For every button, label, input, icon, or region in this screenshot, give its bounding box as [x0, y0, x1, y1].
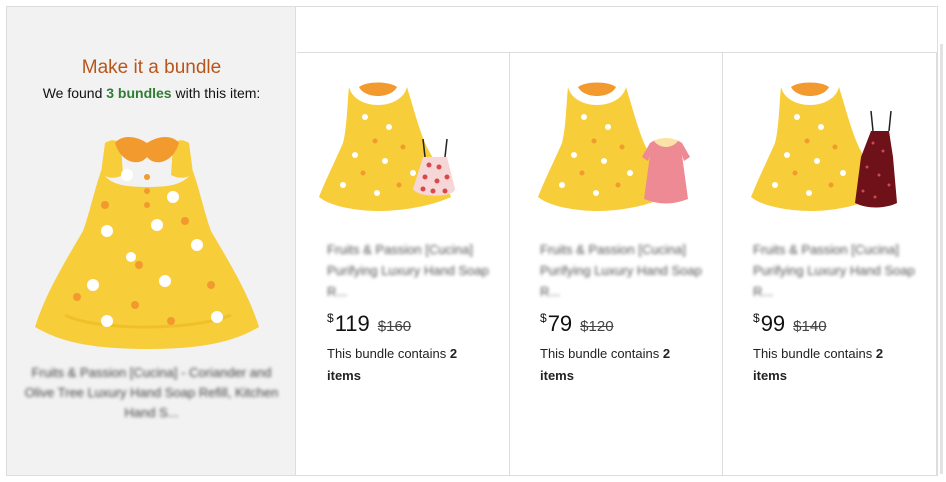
bundle-list: Fruits & Passion [Cucina] Purifying Luxu…: [297, 53, 937, 475]
price-row: $119 $160: [327, 311, 411, 337]
bundle-widget: Make it a bundle We found 3 bundles with…: [6, 6, 938, 476]
item-count: 2: [449, 346, 458, 361]
bundle-heading: Make it a bundle: [81, 57, 222, 78]
bundle-card[interactable]: Fruits & Passion [Cucina] Purifying Luxu…: [723, 53, 937, 475]
current-item-image[interactable]: [35, 135, 259, 355]
bundle-title[interactable]: Fruits & Passion [Cucina] Purifying Luxu…: [540, 239, 710, 302]
bundle-title[interactable]: Fruits & Passion [Cucina] Purifying Luxu…: [327, 239, 497, 302]
item-count: 2: [875, 346, 884, 361]
bundle-price: 119: [334, 311, 370, 336]
current-item-description[interactable]: Fruits & Passion [Cucina] - Coriander an…: [21, 363, 282, 423]
original-price: $160: [377, 318, 412, 335]
bundle-price: 79: [547, 311, 573, 336]
bundle-card[interactable]: Fruits & Passion [Cucina] Purifying Luxu…: [510, 53, 723, 475]
bundle-subtitle: We found 3 bundles with this item:: [7, 85, 296, 101]
contains-text: This bundle contains: [540, 346, 660, 361]
items-label: items: [540, 368, 574, 383]
current-item-panel: Make it a bundle We found 3 bundles with…: [7, 7, 296, 475]
contains-text: This bundle contains: [327, 346, 447, 361]
bundle-contents: This bundle contains 2 items: [753, 343, 923, 387]
top-strip: [297, 7, 937, 53]
price-currency: $: [753, 311, 760, 325]
bundle-card[interactable]: Fruits & Passion [Cucina] Purifying Luxu…: [297, 53, 510, 475]
carousel-edge: [940, 44, 943, 474]
price-currency: $: [540, 311, 547, 325]
bundle-price: 99: [760, 311, 786, 336]
price-currency: $: [327, 311, 334, 325]
original-price: $120: [580, 318, 614, 335]
original-price: $140: [793, 318, 827, 335]
bundle-title[interactable]: Fruits & Passion [Cucina] Purifying Luxu…: [753, 239, 923, 302]
contains-text: This bundle contains: [753, 346, 873, 361]
subtitle-suffix: with this item:: [175, 85, 261, 101]
items-label: items: [753, 368, 787, 383]
bundle-contents: This bundle contains 2 items: [327, 343, 497, 387]
subtitle-prefix: We found: [42, 85, 103, 101]
bundle-image[interactable]: [319, 77, 489, 217]
price-row: $99 $140: [753, 311, 827, 337]
item-count: 2: [662, 346, 671, 361]
bundle-contents: This bundle contains 2 items: [540, 343, 710, 387]
items-label: items: [327, 368, 361, 383]
bundle-count: 3 bundles: [106, 85, 172, 101]
price-row: $79 $120: [540, 311, 614, 337]
bundle-image[interactable]: [745, 77, 915, 217]
bundle-image[interactable]: [532, 77, 702, 217]
